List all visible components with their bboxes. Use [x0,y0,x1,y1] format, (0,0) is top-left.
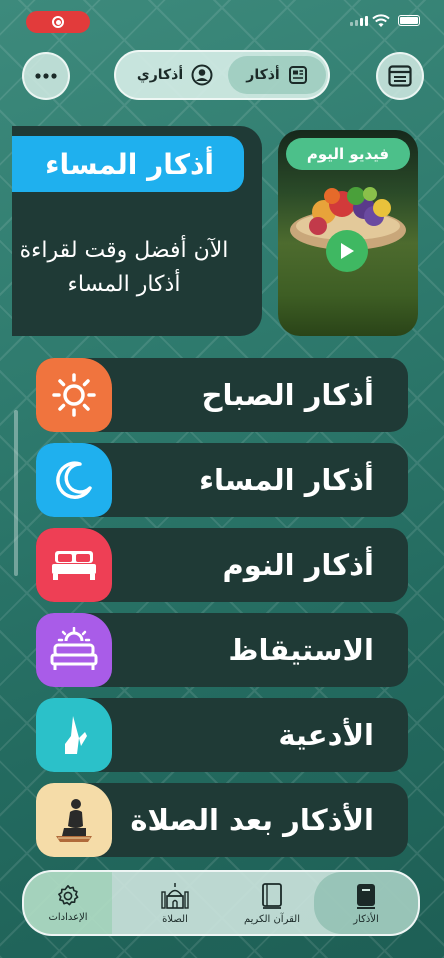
evening-adhkar-card[interactable]: أذكار المساء الآن أفضل وقت لقراءة أذكار … [12,126,262,336]
tab-quran[interactable]: القرآن الكريم [228,872,316,934]
list-item-label: أذكار الصباح [201,378,374,412]
status-bar [0,10,444,36]
segment-label: أذكار [246,67,280,83]
more-options-button[interactable] [22,52,70,100]
list-item-label: الأدعية [278,718,374,752]
evening-card-line1: الآن أفضل وقت لقراءة [19,238,229,263]
wake-bed-icon [36,613,112,687]
tab-label: الأذكار [353,913,379,925]
tab-label: الصلاة [162,913,188,925]
wifi-icon [372,14,390,27]
list-item-after-prayer-adhkar[interactable]: الأذكار بعد الصلاة [36,783,408,857]
evening-card-title: أذكار المساء [12,136,244,192]
screen-recording-indicator[interactable] [26,11,90,33]
segment-adhkar[interactable]: أذكار [228,56,326,94]
list-item-sleep-adhkar[interactable]: أذكار النوم [36,528,408,602]
cellular-signal-icon [350,16,368,26]
list-item-label: أذكار النوم [222,548,374,582]
tab-prayer[interactable]: الصلاة [132,872,218,934]
tab-adhkar[interactable]: الأذكار [314,872,418,934]
news-icon [288,66,307,84]
list-item-label: الأذكار بعد الصلاة [130,803,374,837]
bed-icon [36,528,112,602]
tab-settings[interactable]: الإعدادات [24,872,112,934]
list-item-label: أذكار المساء [199,463,374,497]
play-button[interactable] [326,230,368,272]
list-item-label: الاستيقاظ [228,633,374,667]
list-item-supplications[interactable]: الأدعية [36,698,408,772]
list-item-evening-adhkar[interactable]: أذكار المساء [36,443,408,517]
battery-icon [398,15,420,26]
moon-icon [36,443,112,517]
list-item-waking-up[interactable]: الاستيقاظ [36,613,408,687]
tab-label: القرآن الكريم [243,913,300,925]
user-icon [191,64,213,86]
bottom-tab-bar: الإعدادات الصلاة القرآن الكريم الأذكار [22,870,420,936]
tab-label: الإعدادات [48,911,88,923]
evening-card-line2: أذكار المساء [67,272,181,297]
segment-control: أذكار أذكاري [114,50,330,100]
menu-list-button[interactable] [376,52,424,100]
mosque-icon [161,882,189,909]
scroll-indicator[interactable] [14,410,18,576]
prayer-hands-icon [36,698,112,772]
list-icon [388,65,412,87]
more-icon [35,73,57,79]
tasbih-book-icon [357,883,375,909]
play-icon [341,243,354,259]
record-icon [52,16,64,28]
praying-person-icon [36,783,112,857]
video-of-the-day-card[interactable]: فيديو اليوم [278,130,418,336]
segment-my-adhkar[interactable]: أذكاري [124,56,226,94]
evening-card-description: الآن أفضل وقت لقراءة أذكار المساء [12,234,244,302]
segment-label: أذكاري [136,67,184,83]
list-item-morning-adhkar[interactable]: أذكار الصباح [36,358,408,432]
sun-icon [36,358,112,432]
video-of-the-day-label: فيديو اليوم [286,138,410,170]
quran-icon [262,882,282,909]
gear-icon [58,884,79,905]
